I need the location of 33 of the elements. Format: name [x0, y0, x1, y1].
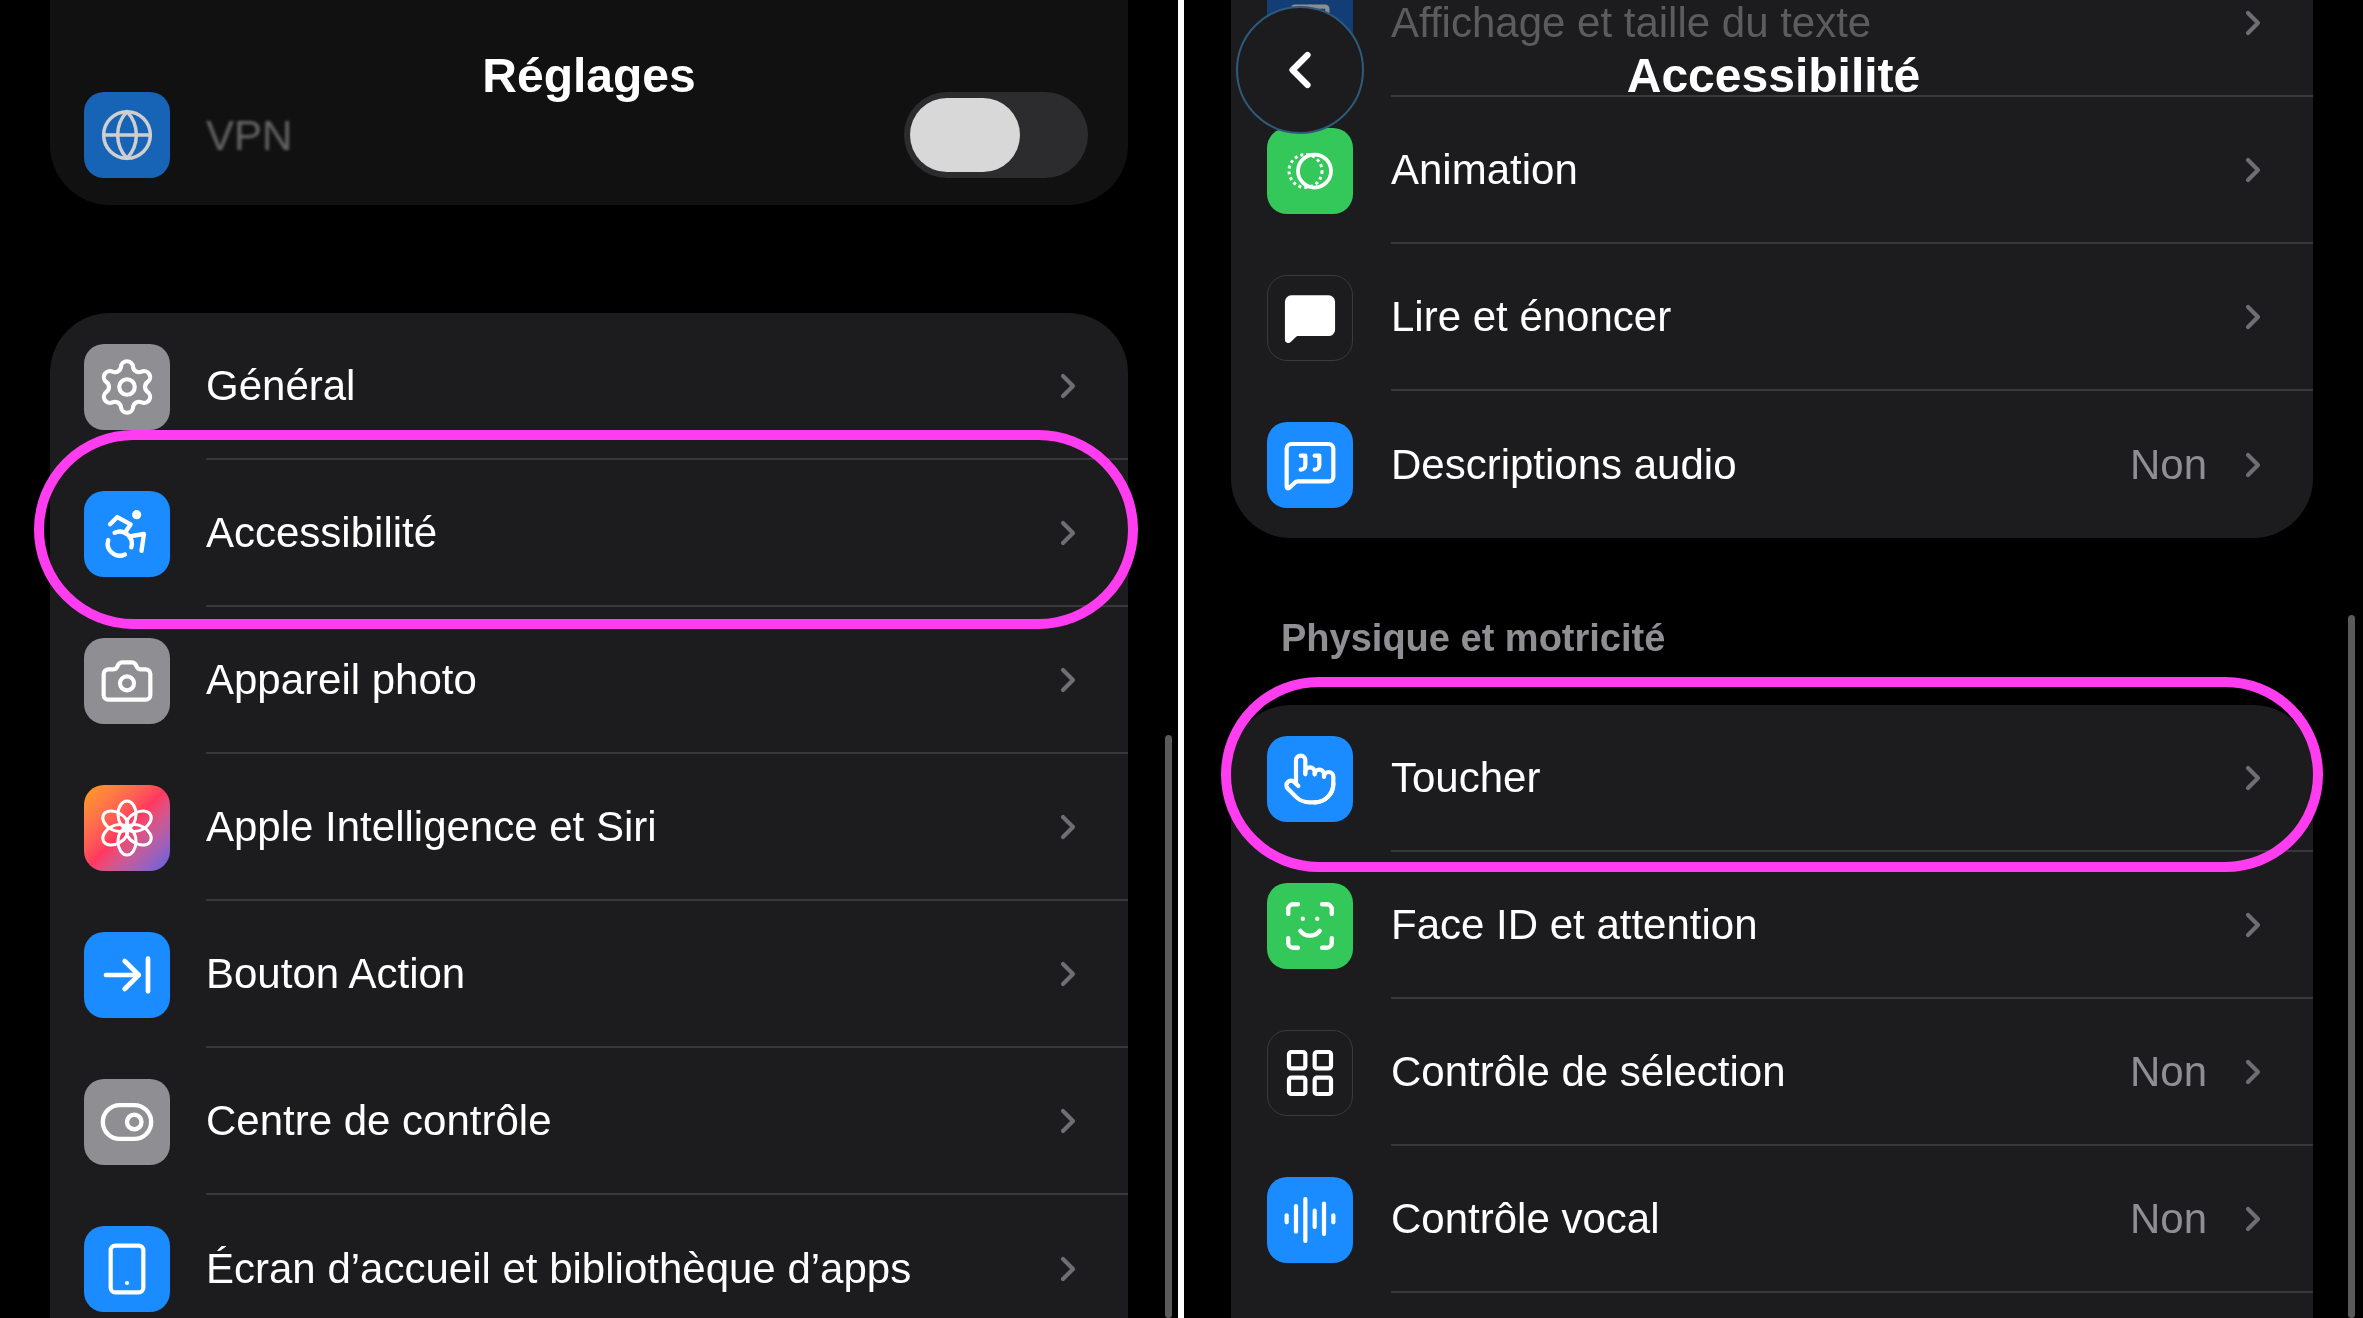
row-label[interactable]: Face ID et attention: [1391, 893, 2233, 956]
row-label[interactable]: Général: [206, 354, 1048, 417]
grid-icon: [1267, 1029, 1353, 1116]
row-value: Non: [2129, 1194, 2207, 1244]
hand-icon: [1267, 735, 1353, 822]
row-label[interactable]: Appareil photo: [206, 648, 1048, 711]
globe-icon: [84, 92, 170, 178]
row-label[interactable]: Apple Intelligence et Siri: [206, 795, 1048, 858]
row-label[interactable]: Écran d’accueil et bibliothèque d’apps: [206, 1237, 1048, 1300]
row-label[interactable]: Animation: [1391, 138, 2233, 201]
row-value: Non: [2129, 440, 2207, 490]
accessibility-icon: [84, 490, 170, 577]
row-label[interactable]: Lire et énoncer: [1391, 285, 2233, 348]
flower-icon: [84, 784, 170, 871]
quote-bubble-icon: [1267, 421, 1353, 508]
row-value: Non: [2129, 1047, 2207, 1097]
section-header: Physique et motricité: [1280, 616, 1667, 661]
row-label[interactable]: Contrôle de sélection: [1391, 1040, 2130, 1103]
gear-icon: [84, 343, 170, 430]
row-label[interactable]: Accessibilité: [206, 501, 1048, 564]
speech-bubble-icon: [1267, 274, 1353, 361]
row-label[interactable]: Toucher: [1391, 746, 2233, 809]
toggles-icon: [84, 1078, 170, 1165]
row-label[interactable]: Contrôle vocal: [1391, 1187, 2130, 1250]
waveform-icon: [1267, 1176, 1353, 1263]
row-label[interactable]: Centre de contrôle: [206, 1089, 1048, 1152]
rings-icon: [1267, 127, 1353, 214]
camera-icon: [84, 637, 170, 724]
row-label[interactable]: Descriptions audio: [1391, 433, 2130, 496]
nav-title: Réglages: [481, 48, 697, 104]
phone-icon: [84, 1225, 170, 1312]
face-scan-icon: [1267, 882, 1353, 969]
row-label[interactable]: Bouton Action: [206, 942, 1048, 1005]
